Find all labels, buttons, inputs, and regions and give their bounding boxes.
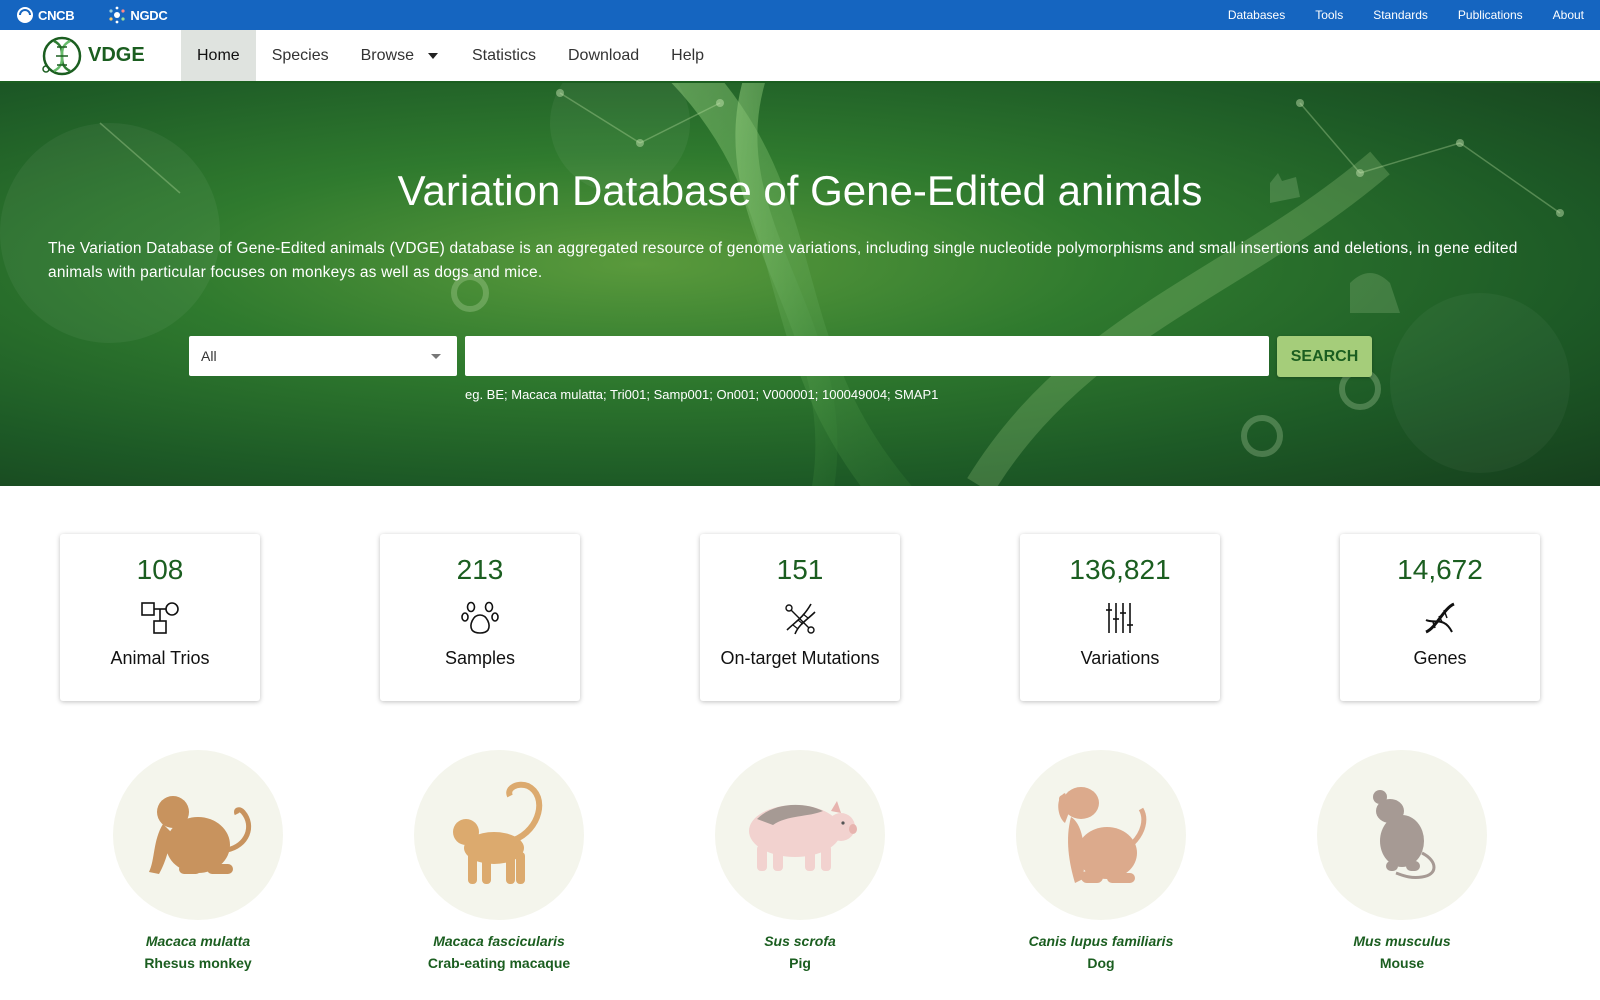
vdge-logo[interactable]: VDGE xyxy=(0,30,181,81)
species-scientific-name: Mus musculus xyxy=(1353,933,1451,949)
stat-card-samples[interactable]: 213 Samples xyxy=(380,534,580,701)
species-scientific-name: Macaca mulatta xyxy=(145,933,251,949)
nav-statistics[interactable]: Statistics xyxy=(456,30,552,81)
nav-menu: Home Species Browse Statistics Download … xyxy=(181,30,720,81)
org-links: CNCB NGDC xyxy=(16,6,168,24)
stat-card-variations[interactable]: 136,821 Variations xyxy=(1020,534,1220,701)
stat-icon-wrap xyxy=(1020,598,1220,638)
species-circle xyxy=(414,750,584,920)
stat-value: 14,672 xyxy=(1397,554,1483,585)
species-rhesus-monkey[interactable]: Macaca mulatta Rhesus monkey xyxy=(98,750,298,971)
cncb-label: CNCB xyxy=(38,7,75,23)
stat-icon-wrap xyxy=(380,598,580,638)
nav-home[interactable]: Home xyxy=(181,30,256,81)
stat-card-genes[interactable]: 14,672 Genes xyxy=(1340,534,1540,701)
top-link-databases[interactable]: Databases xyxy=(1228,8,1285,22)
main-navbar: VDGE Home Species Browse Statistics Down… xyxy=(0,30,1600,83)
logo-text: VDGE xyxy=(88,44,145,66)
dna-icon xyxy=(1425,602,1455,634)
top-link-about[interactable]: About xyxy=(1553,8,1584,22)
species-common-name: Dog xyxy=(1087,955,1115,971)
species-circle xyxy=(1016,750,1186,920)
search-hint: eg. BE; Macaca mulatta; Tri001; Samp001;… xyxy=(465,387,939,402)
species-common-name: Rhesus monkey xyxy=(144,955,252,971)
species-mouse[interactable]: Mus musculus Mouse xyxy=(1302,750,1502,971)
paw-icon xyxy=(461,601,499,634)
stat-card-animal-trios[interactable]: 108 Animal Trios xyxy=(60,534,260,701)
nav-browse[interactable]: Browse xyxy=(345,30,456,81)
top-link-publications[interactable]: Publications xyxy=(1458,8,1523,22)
stat-value: 108 xyxy=(136,554,184,585)
stat-icon-wrap xyxy=(700,598,900,638)
stat-value: 213 xyxy=(456,554,504,585)
stat-icon-wrap xyxy=(1340,598,1540,638)
caret-down-icon xyxy=(427,52,438,59)
pig-icon xyxy=(749,801,857,871)
stat-label: Variations xyxy=(1080,648,1160,668)
stat-card-on-target-mutations[interactable]: 151 On-target Mutations xyxy=(700,534,900,701)
stat-label: Samples xyxy=(444,648,516,668)
rhesus-monkey-icon xyxy=(149,796,251,874)
species-scientific-name: Macaca fascicularis xyxy=(433,933,565,949)
nav-species[interactable]: Species xyxy=(256,30,345,81)
search-input[interactable] xyxy=(465,336,1269,376)
dog-icon xyxy=(1058,787,1147,883)
ngdc-label: NGDC xyxy=(130,7,168,23)
nav-help[interactable]: Help xyxy=(655,30,720,81)
species-crab-eating-macaque[interactable]: Macaca fascicularis Crab-eating macaque xyxy=(399,750,599,971)
hero-description: The Variation Database of Gene-Edited an… xyxy=(48,240,1518,281)
species-common-name: Crab-eating macaque xyxy=(427,955,571,971)
search-button[interactable]: SEARCH xyxy=(1277,336,1372,377)
dna-scissors-icon xyxy=(785,603,816,635)
species-scientific-name: Sus scrofa xyxy=(764,933,836,949)
cncb-logo-icon xyxy=(17,7,33,23)
species-common-name: Pig xyxy=(789,955,811,971)
stat-label: Genes xyxy=(1413,648,1467,668)
stat-label: On-target Mutations xyxy=(720,648,880,668)
stat-label: Animal Trios xyxy=(110,648,210,668)
vdge-logo-icon xyxy=(42,36,82,75)
top-bar: CNCB NGDC Databases Tools Standards Publ… xyxy=(0,0,1600,30)
nav-download[interactable]: Download xyxy=(552,30,655,81)
mouse-icon xyxy=(1373,790,1436,879)
top-link-standards[interactable]: Standards xyxy=(1373,8,1428,22)
species-scientific-name: Canis lupus familiaris xyxy=(1028,933,1174,949)
page-title: Variation Database of Gene-Edited animal… xyxy=(397,167,1203,214)
ngdc-link[interactable]: NGDC xyxy=(108,6,168,24)
variation-bars-icon xyxy=(1106,603,1133,633)
search-category-select[interactable]: All xyxy=(189,336,457,376)
nav-browse-label: Browse xyxy=(360,46,414,64)
species-dog[interactable]: Canis lupus familiaris Dog xyxy=(1001,750,1201,971)
stat-value: 136,821 xyxy=(1069,554,1171,585)
stat-icon-wrap xyxy=(60,598,260,638)
ngdc-logo-icon xyxy=(109,6,125,24)
select-caret-down-icon xyxy=(431,353,441,359)
stat-value: 151 xyxy=(776,554,824,585)
search-category-value: All xyxy=(201,348,217,364)
hero-banner: Variation Database of Gene-Edited animal… xyxy=(0,83,1600,486)
species-common-name: Mouse xyxy=(1379,955,1425,971)
top-links: Databases Tools Standards Publications A… xyxy=(1228,8,1584,22)
species-circle xyxy=(113,750,283,920)
macaque-icon xyxy=(453,781,543,884)
top-link-tools[interactable]: Tools xyxy=(1315,8,1343,22)
trio-icon xyxy=(141,602,179,634)
species-circle xyxy=(715,750,885,920)
species-circle xyxy=(1317,750,1487,920)
species-pig[interactable]: Sus scrofa Pig xyxy=(700,750,900,971)
cncb-link[interactable]: CNCB xyxy=(16,6,75,24)
